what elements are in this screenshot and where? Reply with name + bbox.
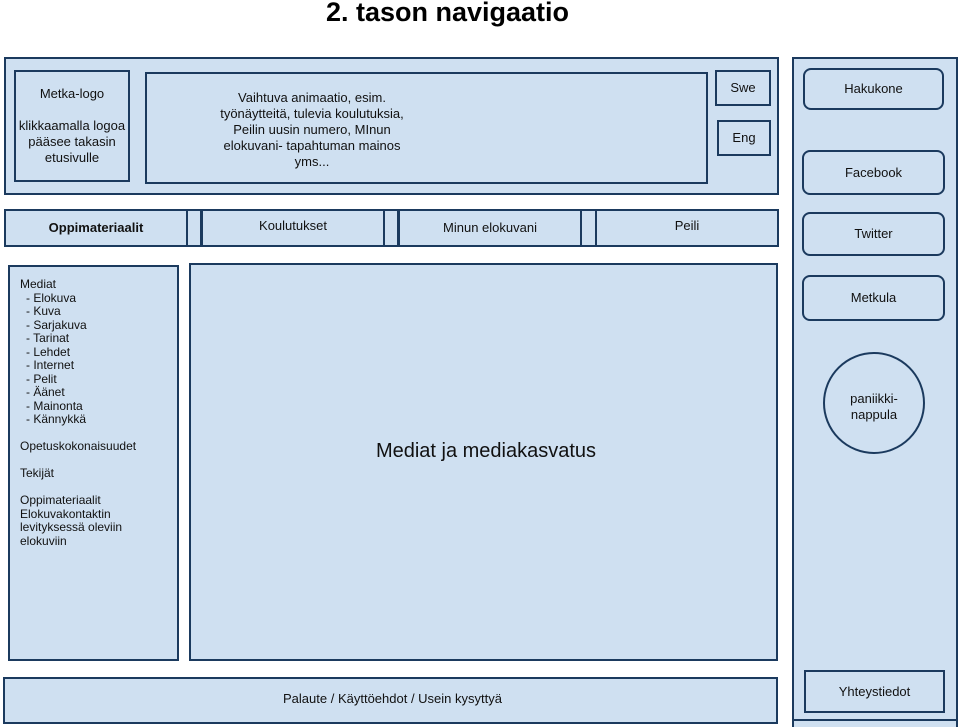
sidebar-item-opetuskokonaisuudet[interactable]: Opetuskokonaisuudet — [20, 439, 167, 454]
facebook-button[interactable]: Facebook — [802, 150, 945, 195]
nav-tab-label: Oppimateriaalit — [48, 220, 144, 235]
logo-note-line: etusivulle — [44, 150, 100, 165]
sidebar-item[interactable]: - Tarinat — [20, 331, 167, 346]
nav-tab-label: Koulutukset — [259, 218, 327, 233]
nav-tab-peili[interactable]: Peili — [595, 209, 779, 247]
sidebar-item-tekijat[interactable]: Tekijät — [20, 466, 167, 481]
sidebar-item-oppimateriaalit[interactable]: Oppimateriaalit Elokuvakontaktin levityk… — [20, 493, 167, 548]
animation-banner[interactable]: Vaihtuva animaatio, esim. työnäytteitä, … — [145, 72, 708, 184]
logo-note-line: klikkaamalla logoa — [18, 118, 126, 133]
right-column-bottom-border — [792, 719, 958, 721]
twitter-button[interactable]: Twitter — [802, 212, 945, 256]
metkula-button[interactable]: Metkula — [802, 275, 945, 321]
contact-button[interactable]: Yhteystiedot — [804, 670, 945, 713]
sidebar: Mediat - Elokuva - Kuva - Sarjakuva - Ta… — [8, 265, 179, 661]
panic-button[interactable]: paniikki- nappula — [823, 352, 925, 454]
panic-label-line: paniikki- — [850, 391, 898, 406]
sidebar-heading-mediat[interactable]: Mediat — [20, 277, 167, 292]
search-button[interactable]: Hakukone — [803, 68, 944, 110]
metkula-label: Metkula — [850, 290, 897, 305]
sidebar-materials-line: elokuviin — [20, 533, 67, 548]
main-title: Mediat ja mediakasvatus — [375, 440, 597, 462]
nav-separator — [186, 209, 202, 247]
nav-tab-label: Minun elokuvani — [443, 220, 537, 235]
search-label: Hakukone — [844, 81, 903, 96]
sidebar-item[interactable]: - Lehdet — [20, 345, 167, 360]
nav-tab-oppimateriaalit[interactable]: Oppimateriaalit — [4, 209, 188, 247]
logo-note-line: pääsee takasin — [28, 134, 116, 149]
sidebar-item[interactable]: - Äänet — [20, 385, 167, 400]
language-label: Eng — [732, 130, 756, 145]
nav-separator — [383, 209, 399, 247]
sidebar-item[interactable]: - Internet — [20, 358, 167, 373]
facebook-label: Facebook — [844, 164, 903, 180]
sidebar-materials-line: Oppimateriaalit — [20, 493, 101, 507]
language-eng-button[interactable]: Eng — [717, 120, 771, 156]
nav-tab-koulutukset[interactable]: Koulutukset — [201, 209, 385, 247]
sidebar-materials-line: levityksessä oleviin — [20, 520, 123, 534]
nav-tab-minun-elokuvani[interactable]: Minun elokuvani — [398, 209, 582, 247]
contact-label: Yhteystiedot — [838, 683, 911, 699]
logo-title: Metka-logo — [39, 86, 105, 101]
footer-links[interactable]: Palaute / Käyttöehdot / Usein kysyttyä — [283, 691, 502, 706]
language-swe-button[interactable]: Swe — [715, 70, 771, 106]
banner-line: elokuvani- tapahtuman mainos — [223, 138, 401, 153]
banner-line: yms... — [294, 154, 330, 169]
language-label: Swe — [730, 80, 756, 95]
footer-links-bar[interactable]: Palaute / Käyttöehdot / Usein kysyttyä — [3, 677, 778, 724]
banner-line: Vaihtuva animaatio, esim. — [238, 90, 386, 105]
nav-tab-label: Peili — [674, 218, 700, 233]
sidebar-item[interactable]: - Mainonta — [20, 399, 167, 414]
banner-line: Peilin uusin numero, MInun — [233, 122, 391, 137]
sidebar-item[interactable]: - Kuva — [20, 304, 167, 319]
banner-line: työnäytteitä, tulevia koulutuksia, — [220, 106, 404, 121]
main-content: Mediat ja mediakasvatus — [189, 263, 778, 661]
sidebar-item[interactable]: - Kännykkä — [20, 412, 167, 427]
sidebar-item[interactable]: - Elokuva — [20, 291, 167, 306]
sidebar-materials-line: Elokuvakontaktin — [20, 506, 111, 521]
panic-label-line: nappula — [850, 407, 898, 422]
sidebar-item[interactable]: - Sarjakuva — [20, 318, 167, 333]
page-title: 2. tason navigaatio — [325, 0, 570, 27]
twitter-label: Twitter — [854, 226, 893, 241]
logo-link[interactable]: Metka-logo klikkaamalla logoa pääsee tak… — [14, 70, 130, 182]
sidebar-item[interactable]: - Pelit — [20, 372, 167, 387]
